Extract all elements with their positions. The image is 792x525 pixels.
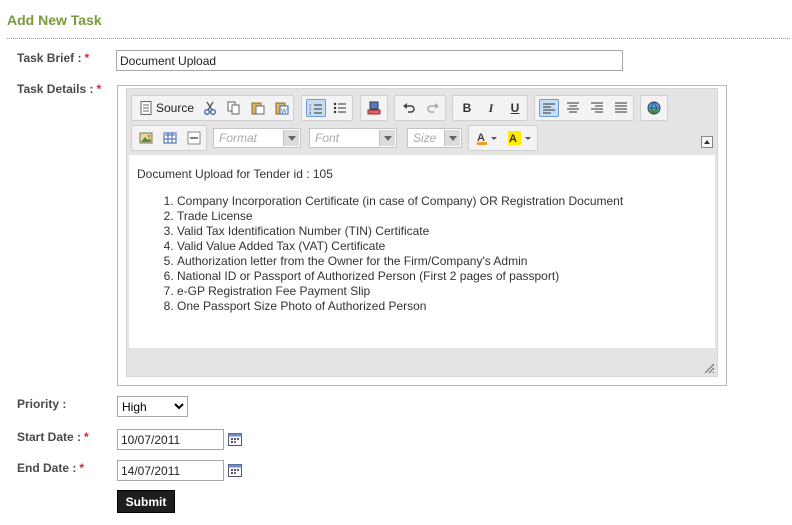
numbered-list-icon[interactable]: 123 xyxy=(306,99,326,117)
size-combo-label: Size xyxy=(413,131,437,145)
priority-label: Priority : xyxy=(17,397,67,411)
chevron-down-icon[interactable] xyxy=(283,130,299,146)
resize-grip-icon[interactable] xyxy=(703,362,715,374)
size-combo[interactable]: Size xyxy=(407,128,462,148)
cut-icon[interactable] xyxy=(200,99,220,117)
required-mark: * xyxy=(96,82,102,96)
justify-icon[interactable] xyxy=(611,99,631,117)
svg-text:3: 3 xyxy=(309,111,312,116)
start-date-label: Start Date : * xyxy=(17,430,89,444)
chevron-down-icon[interactable] xyxy=(379,130,395,146)
toolbar-group-lists: 123 xyxy=(301,95,353,121)
toolbar-group-link xyxy=(640,95,668,121)
toolbar-group-align xyxy=(534,95,634,121)
bulleted-list-icon[interactable] xyxy=(330,99,350,117)
list-item: National ID or Passport of Authorized Pe… xyxy=(177,269,707,284)
toolbar-group-clipboard: Source W xyxy=(131,95,294,121)
start-date-input[interactable] xyxy=(117,429,224,450)
end-date-input[interactable] xyxy=(117,460,224,481)
toolbar-group-format xyxy=(360,95,388,121)
copy-icon[interactable] xyxy=(224,99,244,117)
content-heading: Document Upload for Tender id : 105 xyxy=(137,167,333,181)
toolbar-group-colors: A A xyxy=(468,125,538,151)
svg-text:A: A xyxy=(509,133,517,145)
remove-format-icon[interactable] xyxy=(364,99,384,117)
image-icon[interactable] xyxy=(136,129,156,147)
svg-text:W: W xyxy=(281,109,287,115)
font-combo-label: Font xyxy=(315,131,340,145)
end-date-label: End Date : * xyxy=(17,461,84,475)
bold-button[interactable]: B xyxy=(457,99,477,117)
align-right-icon[interactable] xyxy=(587,99,607,117)
source-icon xyxy=(136,99,156,117)
task-details-label-text: Task Details : xyxy=(17,82,94,96)
font-combo[interactable]: Font xyxy=(309,128,397,148)
italic-button[interactable]: I xyxy=(481,99,501,117)
submit-button[interactable]: Submit xyxy=(117,490,175,513)
link-globe-icon[interactable] xyxy=(644,99,664,117)
list-item: e-GP Registration Fee Payment Slip xyxy=(177,284,707,299)
list-item: Trade License xyxy=(177,209,707,224)
document-list: Company Incorporation Certificate (in ca… xyxy=(137,194,707,314)
priority-select[interactable]: High xyxy=(117,396,188,417)
underline-button[interactable]: U xyxy=(505,99,525,117)
collapse-toolbar-icon[interactable] xyxy=(701,136,713,148)
format-combo-label: Format xyxy=(219,131,258,145)
toolbar-row-1: Source W 123 B I U xyxy=(131,95,731,121)
redo-icon[interactable] xyxy=(423,99,443,117)
task-brief-label-text: Task Brief : xyxy=(17,51,82,65)
task-brief-label: Task Brief : * xyxy=(17,51,89,65)
list-item: Valid Tax Identification Number (TIN) Ce… xyxy=(177,224,707,239)
list-item: Valid Value Added Tax (VAT) Certificate xyxy=(177,239,707,254)
paste-word-icon[interactable]: W xyxy=(272,99,292,117)
align-center-icon[interactable] xyxy=(563,99,583,117)
rich-text-editor: Source W 123 B I U Format Font Size A A … xyxy=(117,85,727,386)
align-left-icon[interactable] xyxy=(539,99,559,117)
list-item: Company Incorporation Certificate (in ca… xyxy=(177,194,707,209)
paste-icon[interactable] xyxy=(248,99,268,117)
end-date-label-text: End Date : xyxy=(17,461,77,475)
table-icon[interactable] xyxy=(160,129,180,147)
chevron-down-icon[interactable] xyxy=(444,130,460,146)
list-item: One Passport Size Photo of Authorized Pe… xyxy=(177,299,707,314)
required-mark: * xyxy=(79,461,85,475)
calendar-icon[interactable] xyxy=(228,432,242,446)
list-item: Authorization letter from the Owner for … xyxy=(177,254,707,269)
calendar-icon[interactable] xyxy=(228,463,242,477)
toolbar-group-insert xyxy=(131,125,207,151)
editor-content-area[interactable]: Document Upload for Tender id : 105 Comp… xyxy=(129,155,715,348)
source-button[interactable]: Source xyxy=(156,99,194,117)
background-color-icon[interactable]: A xyxy=(507,129,535,147)
required-mark: * xyxy=(84,51,90,65)
toolbar-row-2: Format Font Size A A xyxy=(131,125,731,151)
toolbar-group-history xyxy=(394,95,446,121)
editor-frame: Source W 123 B I U Format Font Size A A … xyxy=(126,88,718,377)
task-brief-input[interactable] xyxy=(116,50,623,71)
task-details-label: Task Details : * xyxy=(17,82,101,96)
format-combo[interactable]: Format xyxy=(213,128,301,148)
undo-icon[interactable] xyxy=(399,99,419,117)
toolbar-group-style: B I U xyxy=(452,95,528,121)
required-mark: * xyxy=(84,430,89,444)
page-title: Add New Task xyxy=(7,12,102,28)
text-color-icon[interactable]: A xyxy=(475,129,501,147)
start-date-label-text: Start Date : xyxy=(17,430,82,444)
title-divider xyxy=(7,38,790,39)
horizontal-rule-icon[interactable] xyxy=(184,129,204,147)
